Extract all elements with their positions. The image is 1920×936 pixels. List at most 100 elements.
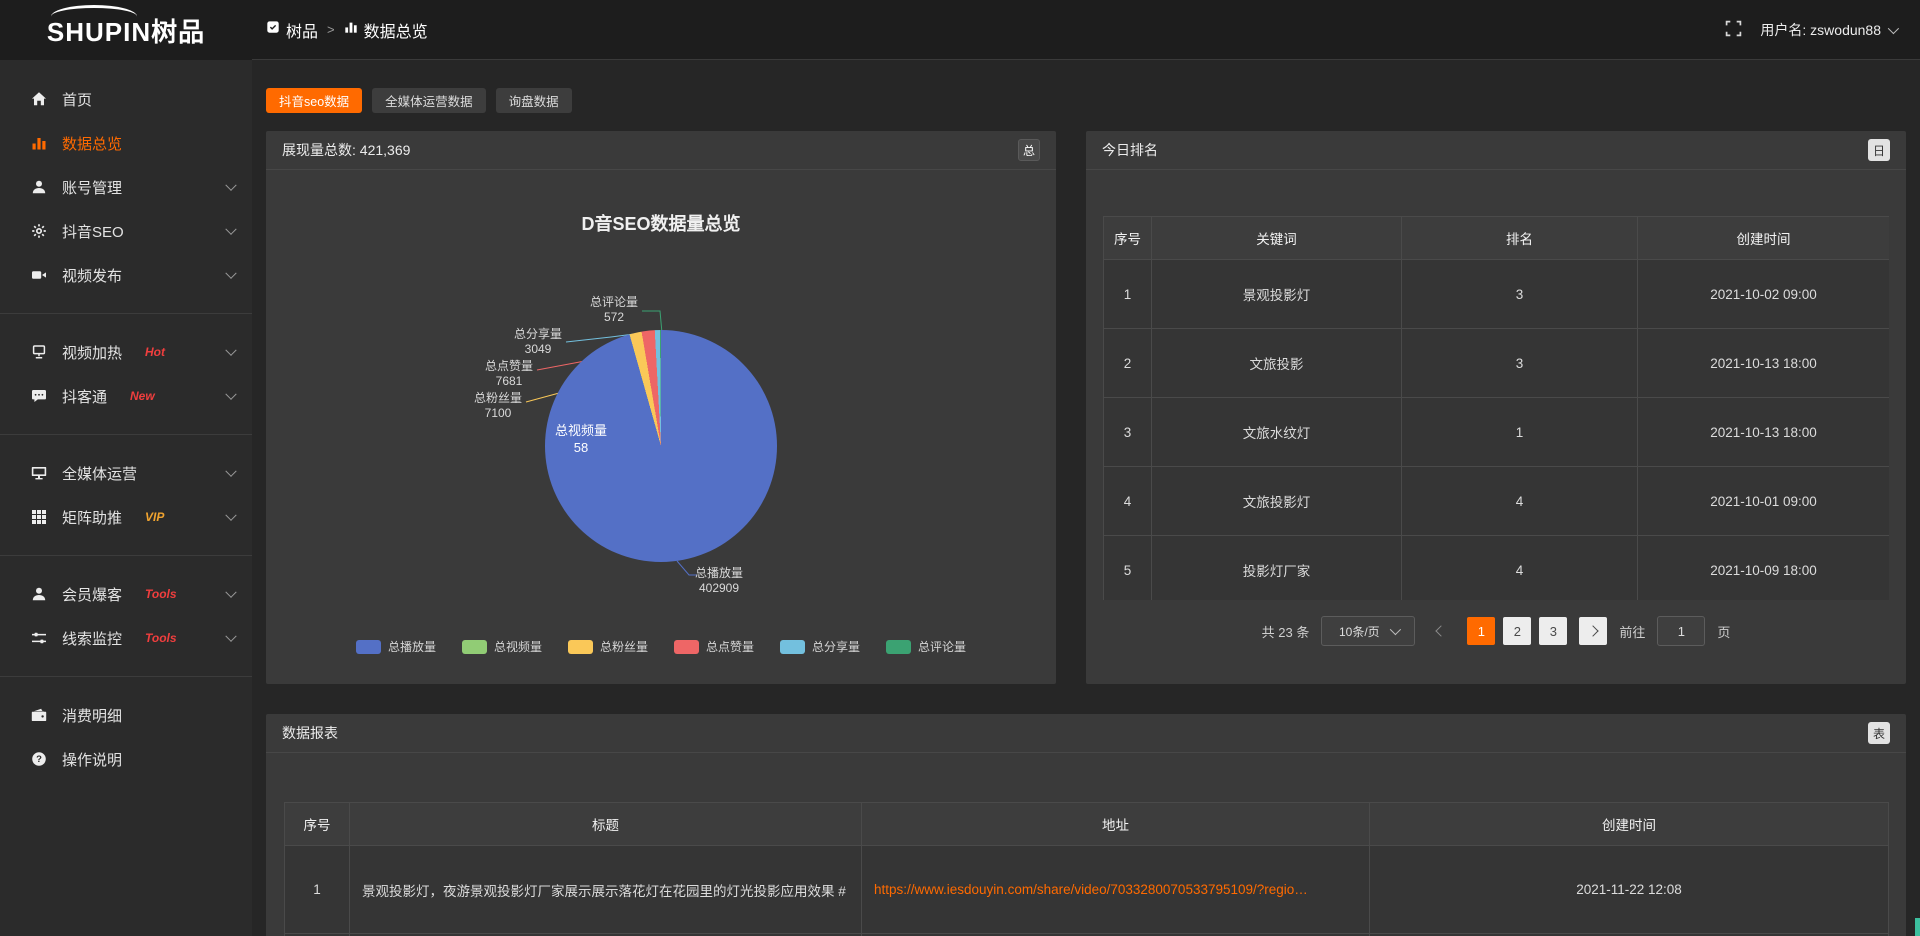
pie-chart-area: D音SEO数据量总览 总评论量572 总分享量3049 总点赞量7681 — [266, 170, 1056, 685]
goto-page-input[interactable] — [1657, 616, 1705, 646]
sidebar-item-home[interactable]: 首页 — [0, 77, 252, 121]
goto-label: 前往 — [1619, 622, 1645, 641]
ranking-panel: 今日排名 日 序号关键词排名创建时间 1景观投影灯32021-10-02 09:… — [1086, 131, 1906, 684]
ranking-title: 今日排名 — [1102, 140, 1158, 160]
legend-item-4[interactable]: 总分享量 — [780, 638, 860, 655]
day-badge-button[interactable]: 日 — [1868, 139, 1890, 161]
top-bar: SHUPIN树品 树品 > 数据总览 用户名: zswodun88 — [0, 0, 1920, 60]
next-page-button[interactable] — [1579, 617, 1607, 645]
chevron-down-icon — [225, 224, 236, 235]
ranking-table-head: 序号关键词排名创建时间 — [1104, 217, 1890, 260]
sidebar-item-video-publish[interactable]: 视频发布 — [0, 253, 252, 297]
table-cell: 4 — [1402, 467, 1638, 536]
table-cell: 2 — [1104, 329, 1152, 398]
legend-item-5[interactable]: 总评论量 — [886, 638, 966, 655]
chevron-down-icon — [225, 510, 236, 521]
breadcrumb-root[interactable]: 树品 — [266, 18, 318, 42]
chevron-down-icon — [225, 345, 236, 356]
sidebar-item-account-manage[interactable]: 账号管理 — [0, 165, 252, 209]
table-row: 2文旅投影32021-10-13 18:00 — [1104, 329, 1890, 398]
ranking-body: 序号关键词排名创建时间 1景观投影灯32021-10-02 09:002文旅投影… — [1086, 216, 1906, 646]
sidebar-item-clue-monitor[interactable]: 线索监控Tools — [0, 616, 252, 660]
legend-item-2[interactable]: 总粉丝量 — [568, 638, 648, 655]
table-cell: 2021-10-09 18:00 — [1638, 536, 1890, 601]
page-button-1[interactable]: 1 — [1467, 617, 1495, 645]
sidebar: 首页数据总览账号管理抖音SEO 视频发布视频加热Hot 抖客通 New 全媒体运营矩阵助… — [0, 60, 252, 936]
ranking-table-clip: 序号关键词排名创建时间 1景观投影灯32021-10-02 09:002文旅投影… — [1103, 216, 1889, 600]
breadcrumb-separator: > — [327, 22, 335, 37]
page-button-2[interactable]: 2 — [1503, 617, 1531, 645]
legend-item-0[interactable]: 总播放量 — [356, 638, 436, 655]
sidebar-item-matrix-boost[interactable]: 矩阵助推VIP — [0, 495, 252, 539]
report-body: 序号标题地址创建时间 1景观投影灯，夜游景观投影灯厂家展示展示落花灯在花园里的灯… — [266, 802, 1906, 936]
overview-panel-header: 展现量总数: 421,369 总 — [266, 131, 1056, 170]
table-badge-button[interactable]: 表 — [1868, 722, 1890, 744]
sidebar-item-label: 视频发布 — [62, 265, 122, 286]
legend-item-1[interactable]: 总视频量 — [462, 638, 542, 655]
sidebar-item-operation-guide[interactable]: ?操作说明 — [0, 737, 252, 781]
sidebar-item-douyin-seo[interactable]: 抖音SEO — [0, 209, 252, 253]
report-panel-header: 数据报表 表 — [266, 714, 1906, 753]
sidebar-item-label: 消费明细 — [62, 705, 122, 726]
sidebar-item-badge: VIP — [145, 510, 164, 524]
table-cell: 1 — [285, 846, 350, 934]
table-cell: 投影灯厂家 — [1152, 536, 1402, 601]
page-button-3[interactable]: 3 — [1539, 617, 1567, 645]
sidebar-item-video-heat[interactable]: 视频加热Hot — [0, 330, 252, 374]
table-cell: 2021-10-13 18:00 — [1638, 398, 1890, 467]
chat-bubble-icon — [30, 388, 47, 405]
overview-title: 展现量总数: 421,369 — [282, 140, 410, 160]
bar-chart-icon — [344, 20, 358, 39]
table-cell: 文旅水纹灯 — [1152, 398, 1402, 467]
fullscreen-icon[interactable] — [1725, 20, 1742, 40]
sidebar-item-badge: New — [130, 389, 155, 403]
table-cell: 2021-10-02 09:00 — [1638, 260, 1890, 329]
table-row: 1景观投影灯32021-10-02 09:00 — [1104, 260, 1890, 329]
pie-label-likes: 总点赞量7681 — [485, 359, 533, 389]
question-icon: ? — [30, 751, 47, 768]
tab-2[interactable]: 询盘数据 — [496, 88, 572, 113]
app-icon — [266, 20, 280, 39]
sliders-icon — [30, 630, 47, 647]
sidebar-item-consume-detail[interactable]: 消费明细 — [0, 693, 252, 737]
table-cell: 文旅投影灯 — [1152, 467, 1402, 536]
sidebar-item-badge: Tools — [145, 631, 177, 645]
member-icon — [30, 586, 47, 603]
chart-legend: 总播放量 总视频量 总粉丝量 总点赞量 总分享量 总评论量 — [266, 638, 1056, 655]
report-table: 序号标题地址创建时间 1景观投影灯，夜游景观投影灯厂家展示展示落花灯在花园里的灯… — [284, 802, 1889, 936]
tab-1[interactable]: 全媒体运营数据 — [372, 88, 486, 113]
legend-swatch — [568, 640, 593, 654]
table-cell: 4 — [1402, 536, 1638, 601]
scrollbar-thumb[interactable] — [1915, 918, 1920, 936]
sidebar-item-data-overview[interactable]: 数据总览 — [0, 121, 252, 165]
report-table-head: 序号标题地址创建时间 — [285, 803, 1889, 846]
legend-item-3[interactable]: 总点赞量 — [674, 638, 754, 655]
video-url-link[interactable]: https://www.iesdouyin.com/share/video/70… — [874, 882, 1308, 897]
column-header: 创建时间 — [1370, 803, 1889, 846]
chevron-down-icon — [225, 587, 236, 598]
breadcrumb-current[interactable]: 数据总览 — [344, 18, 428, 42]
page-buttons: 123 — [1467, 617, 1567, 645]
column-header: 创建时间 — [1638, 217, 1890, 260]
column-header: 关键词 — [1152, 217, 1402, 260]
sidebar-divider — [0, 555, 252, 556]
legend-label: 总分享量 — [812, 638, 860, 655]
tab-0[interactable]: 抖音seo数据 — [266, 88, 362, 113]
column-header: 序号 — [285, 803, 350, 846]
sidebar-item-member-burst[interactable]: 会员爆客Tools — [0, 572, 252, 616]
table-row: 4文旅投影灯42021-10-01 09:00 — [1104, 467, 1890, 536]
sidebar-item-media-operation[interactable]: 全媒体运营 — [0, 451, 252, 495]
chevron-down-icon — [1389, 624, 1400, 635]
page-size-select[interactable]: 10条/页 — [1321, 616, 1415, 646]
table-row: 5投影灯厂家42021-10-09 18:00 — [1104, 536, 1890, 601]
user-menu[interactable]: 用户名: zswodun88 — [1760, 20, 1896, 40]
sidebar-item-label: 抖客通 — [62, 386, 107, 407]
table-row: 3文旅水纹灯12021-10-13 18:00 — [1104, 398, 1890, 467]
table-cell: 文旅投影 — [1152, 329, 1402, 398]
sidebar-item-douketong[interactable]: 抖客通 New — [0, 374, 252, 418]
prev-page-button[interactable] — [1427, 617, 1455, 645]
table-cell: 景观投影灯，夜游景观投影灯厂家展示展示落花灯在花园里的灯光投影应用效果 # — [350, 846, 862, 934]
table-cell: 2021-10-13 18:00 — [1638, 329, 1890, 398]
report-table-body: 1景观投影灯，夜游景观投影灯厂家展示展示落花灯在花园里的灯光投影应用效果 # ht… — [285, 846, 1889, 936]
total-badge-button[interactable]: 总 — [1018, 139, 1040, 161]
